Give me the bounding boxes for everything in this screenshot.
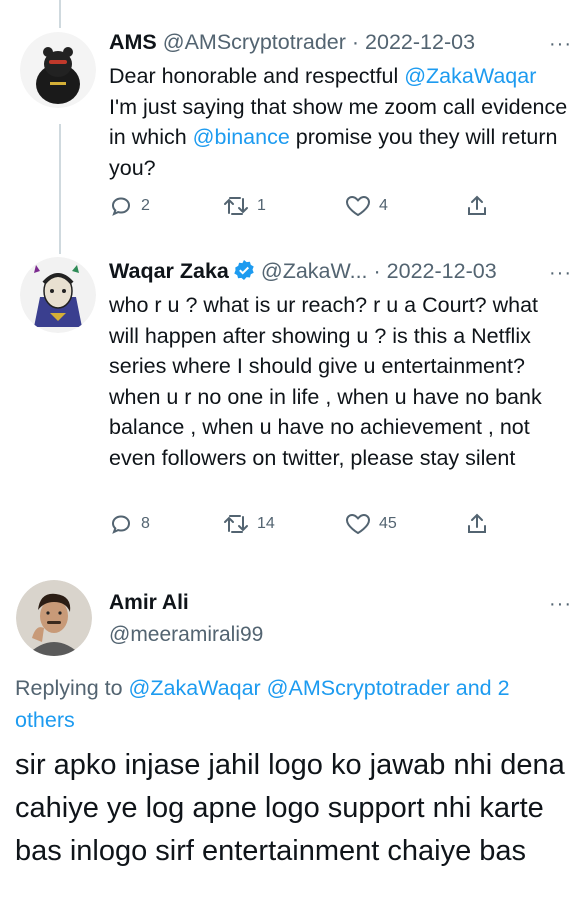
reply-button[interactable]: 8 bbox=[109, 512, 150, 536]
more-options-icon[interactable]: ··· bbox=[549, 262, 572, 285]
avatar[interactable] bbox=[20, 32, 96, 108]
more-options-icon[interactable]: ··· bbox=[549, 33, 572, 56]
retweet-icon bbox=[224, 197, 248, 215]
replying-label: Replying to bbox=[15, 676, 129, 700]
reply-icon bbox=[111, 197, 131, 216]
separator: · bbox=[351, 30, 360, 54]
like-button[interactable]: 45 bbox=[345, 512, 397, 536]
retweet-button[interactable]: 14 bbox=[223, 512, 275, 536]
share-button[interactable] bbox=[465, 512, 497, 536]
reply-count: 8 bbox=[141, 515, 150, 532]
more-options-icon[interactable]: ··· bbox=[549, 593, 572, 616]
mention-link[interactable]: @binance bbox=[193, 125, 290, 149]
reply-button[interactable]: 2 bbox=[109, 194, 150, 218]
like-button[interactable]: 4 bbox=[345, 194, 388, 218]
retweet-button[interactable]: 1 bbox=[223, 194, 266, 218]
handle[interactable]: @ZakaW... bbox=[261, 259, 368, 283]
display-name[interactable]: Amir Ali bbox=[109, 591, 189, 615]
share-button[interactable] bbox=[465, 194, 497, 218]
tweet-actions: 2 1 4 bbox=[109, 194, 569, 224]
avatar[interactable] bbox=[20, 257, 96, 333]
tweet-text: who r u ? what is ur reach? r u a Court?… bbox=[109, 293, 542, 470]
display-name[interactable]: Waqar Zaka bbox=[109, 259, 229, 283]
tweet-ams[interactable]: AMS @AMScryptotrader · 2022-12-03 ··· De… bbox=[0, 0, 588, 250]
avatar[interactable] bbox=[16, 580, 92, 656]
retweet-count: 1 bbox=[257, 197, 266, 214]
retweet-count: 14 bbox=[257, 515, 275, 532]
handle[interactable]: @AMScryptotrader bbox=[163, 30, 346, 54]
text-segment: Dear honorable and respectful bbox=[109, 64, 405, 88]
tweet-header: Waqar Zaka @ZakaW... · 2022-12-03 bbox=[109, 259, 497, 284]
mention-link[interactable]: @ZakaWaqar bbox=[404, 64, 536, 88]
tweet-header: AMS @AMScryptotrader · 2022-12-03 bbox=[109, 30, 475, 55]
reply-count: 2 bbox=[141, 197, 150, 214]
replying-to: Replying to @ZakaWaqar @AMScryptotrader … bbox=[15, 672, 575, 736]
timestamp[interactable]: 2022-12-03 bbox=[387, 259, 497, 283]
like-count: 4 bbox=[379, 197, 388, 214]
timestamp[interactable]: 2022-12-03 bbox=[365, 30, 475, 54]
heart-icon bbox=[345, 195, 371, 217]
separator: · bbox=[373, 259, 381, 283]
share-icon bbox=[468, 513, 486, 533]
display-name[interactable]: AMS bbox=[109, 30, 157, 54]
verified-badge-icon bbox=[234, 260, 254, 280]
tweet-text: Dear honorable and respectful @ZakaWaqar… bbox=[109, 61, 569, 183]
main-tweet-text: sir apko injase jahil logo ko jawab nhi … bbox=[15, 749, 565, 867]
handle[interactable]: @meeramirali99 bbox=[109, 623, 263, 647]
retweet-icon bbox=[224, 515, 248, 533]
share-icon bbox=[468, 195, 486, 215]
tweet-actions: 8 14 45 bbox=[109, 512, 569, 542]
like-count: 45 bbox=[379, 515, 397, 532]
heart-icon bbox=[345, 513, 371, 535]
reply-icon bbox=[111, 515, 131, 534]
tweet-waqar-zaka[interactable]: Waqar Zaka @ZakaW... · 2022-12-03 ··· wh… bbox=[0, 255, 588, 555]
